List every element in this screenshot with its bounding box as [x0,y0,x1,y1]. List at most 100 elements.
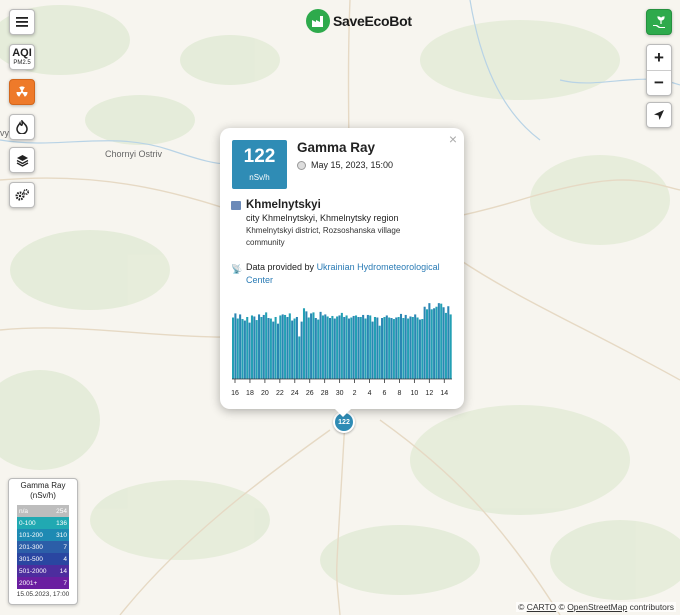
chart-bar[interactable] [428,303,431,379]
chart-bar[interactable] [442,307,445,379]
chart-bar[interactable] [314,318,317,379]
chart-bar[interactable] [298,336,301,379]
chart-bar[interactable] [321,315,324,379]
legend-row[interactable]: 301-500 4 [17,553,69,565]
aqi-layer-button[interactable]: AQI PM2.5 [9,44,35,70]
chart-bar[interactable] [307,317,310,380]
chart-bar[interactable] [255,320,258,379]
zoom-in-button[interactable]: + [647,45,671,70]
chart-bar[interactable] [234,313,237,379]
chart-bar[interactable] [378,325,381,379]
chart-bar[interactable] [440,303,443,379]
chart-bar[interactable] [444,312,447,379]
chart-bar[interactable] [350,317,353,380]
chart-bar[interactable] [291,320,294,379]
chart-bar[interactable] [381,318,384,379]
chart-bar[interactable] [357,316,360,379]
chart-bar[interactable] [343,316,346,379]
chart-bar[interactable] [284,314,287,379]
chart-bar[interactable] [397,316,400,379]
chart-bar[interactable] [260,316,263,379]
chart-bar[interactable] [302,308,306,379]
menu-button[interactable] [9,9,35,35]
legend-row[interactable]: 0-100 136 [17,517,69,529]
brand-logo[interactable]: SaveEcoBot [306,9,412,33]
chart-bar[interactable] [241,319,244,379]
chart-bar[interactable] [317,319,320,379]
chart-bar[interactable] [409,316,412,379]
locate-button[interactable] [646,102,672,128]
chart-bar[interactable] [286,316,289,379]
legend-row[interactable]: 501-2000 14 [17,565,69,577]
legend-row[interactable]: 201-300 7 [17,541,69,553]
settings-button[interactable] [9,182,35,208]
radiation-layer-button[interactable] [9,79,35,105]
chart-bar[interactable] [345,315,348,379]
chart-bar[interactable] [421,319,424,379]
chart-bar[interactable] [423,306,426,379]
chart-bar[interactable] [276,323,280,379]
chart-bar[interactable] [262,314,265,379]
chart-bar[interactable] [395,317,398,380]
chart-bar[interactable] [288,313,291,379]
chart-bar[interactable] [414,314,417,379]
chart-bar[interactable] [312,312,315,380]
chart-bar[interactable] [258,314,261,379]
chart-bar[interactable] [324,314,327,379]
chart-bar[interactable] [272,321,275,379]
chart-bar[interactable] [281,314,284,379]
chart-bar[interactable] [246,316,249,379]
chart-bar[interactable] [274,316,277,379]
chart-bar[interactable] [399,313,403,379]
osm-link[interactable]: OpenStreetMap [567,602,627,612]
chart-bar[interactable] [390,318,393,379]
chart-bar[interactable] [433,308,436,379]
chart-bar[interactable] [362,314,365,379]
legend-row[interactable]: 2001+ 7 [17,577,69,589]
chart-bar[interactable] [293,318,296,379]
close-button[interactable]: × [449,131,457,147]
chart-bar[interactable] [279,315,282,379]
chart-bar[interactable] [253,316,256,379]
chart-bar[interactable] [392,319,395,379]
chart-bar[interactable] [352,315,355,379]
chart-bar[interactable] [232,317,235,380]
chart-bar[interactable] [430,309,433,379]
chart-bar[interactable] [435,306,438,379]
chart-bar[interactable] [250,315,253,379]
chart-bar[interactable] [411,316,414,379]
chart-bar[interactable] [319,311,322,379]
chart-bar[interactable] [355,315,358,379]
chart-bar[interactable] [383,316,386,379]
chart-bar[interactable] [416,317,419,380]
chart-bar[interactable] [364,318,367,379]
chart-bar[interactable] [265,312,268,380]
carto-link[interactable]: CARTO [527,602,556,612]
chart-bar[interactable] [267,318,270,379]
legend-row[interactable]: n/a 254 [17,505,69,517]
chart-bar[interactable] [347,318,350,379]
chart-bar[interactable] [359,316,362,379]
chart-bar[interactable] [333,318,336,379]
chart-bar[interactable] [300,321,303,379]
chart-bar[interactable] [373,316,377,379]
chart-bar[interactable] [388,317,391,380]
chart-bar[interactable] [366,314,369,379]
layers-button[interactable] [9,147,35,173]
chart-bar[interactable] [305,311,308,379]
chart-bar[interactable] [331,315,334,379]
chart-bar[interactable] [295,316,298,379]
chart-bar[interactable] [376,317,379,380]
chart-bar[interactable] [338,315,341,379]
chart-bar[interactable] [437,303,440,379]
chart-bar[interactable] [402,318,405,379]
chart-bar[interactable] [340,312,343,379]
chart-bar[interactable] [239,314,242,379]
chart-bar[interactable] [248,322,251,380]
chart-bar[interactable] [407,318,410,379]
chart-bar[interactable] [425,309,429,379]
chart-bar[interactable] [418,319,421,379]
chart-bar[interactable] [336,316,339,379]
chart-bar[interactable] [310,313,313,379]
chart-bar[interactable] [404,314,407,379]
